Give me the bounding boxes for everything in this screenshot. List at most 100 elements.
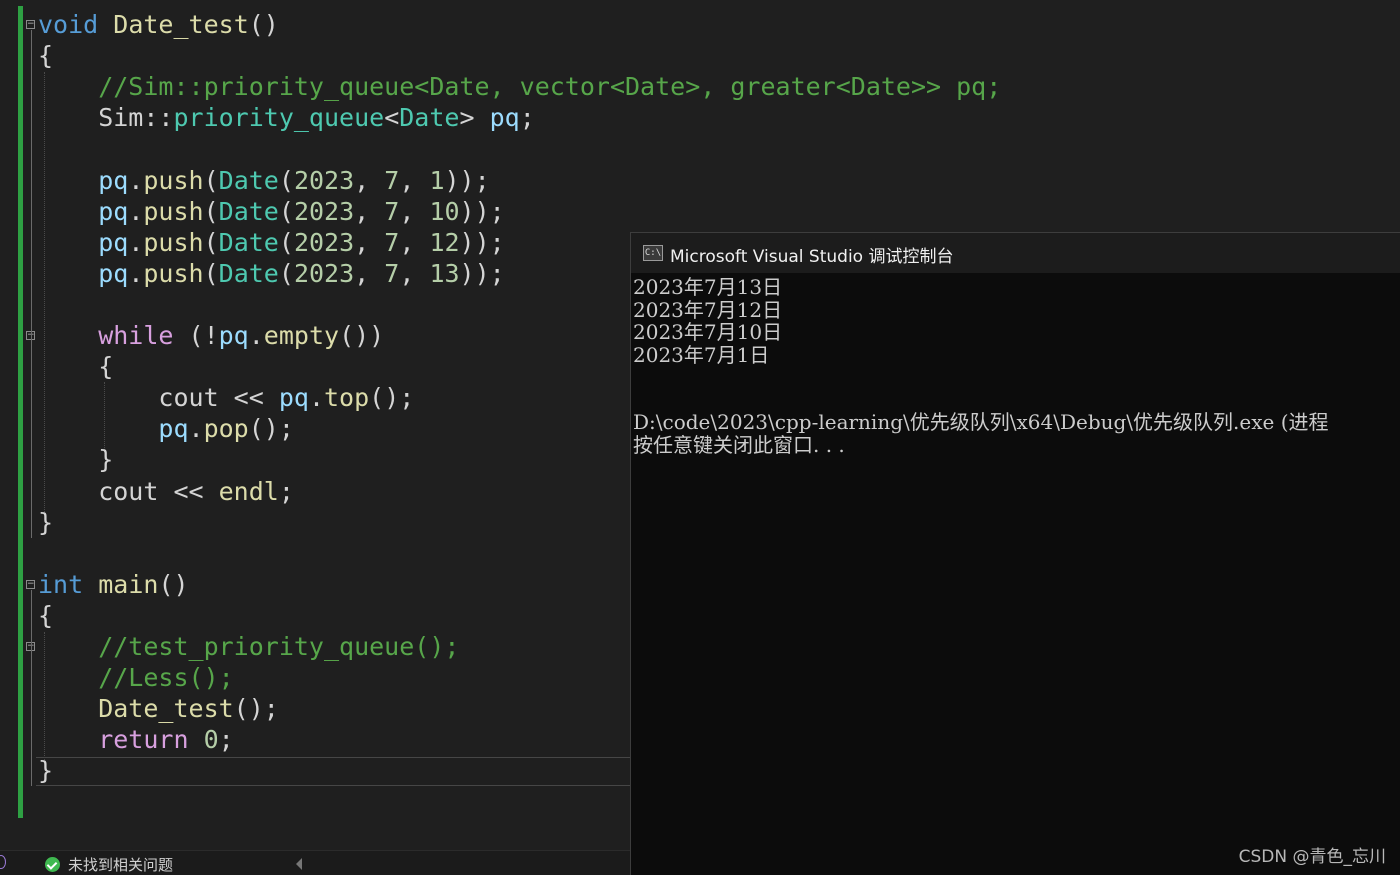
code-line[interactable]: //test_priority_queue(); — [38, 631, 459, 662]
code-token: 0 — [203, 725, 219, 755]
code-line[interactable]: { — [38, 351, 113, 382]
code-token: ( — [203, 258, 219, 288]
code-token: Date — [399, 103, 460, 133]
code-token: :: — [143, 103, 174, 133]
code-token: Date — [218, 165, 279, 195]
code-line[interactable]: //Sim::priority_queue<Date, vector<Date>… — [38, 71, 1001, 102]
code-token: )); — [459, 196, 505, 226]
code-line[interactable]: int main() — [38, 569, 189, 600]
check-circle-icon[interactable] — [45, 857, 60, 872]
code-token: < — [384, 103, 400, 133]
code-token: , — [354, 196, 385, 226]
code-token: () — [248, 10, 279, 39]
code-token: ( — [278, 196, 294, 226]
code-token: > — [459, 103, 490, 133]
code-line[interactable]: return 0; — [38, 724, 234, 755]
fold-toggle-icon[interactable]: − — [26, 20, 35, 29]
code-token: void — [38, 10, 99, 39]
code-token: )); — [459, 258, 505, 288]
code-line[interactable]: pq.push(Date(2023, 7, 13)); — [38, 258, 505, 289]
code-line[interactable]: { — [38, 600, 53, 631]
code-token: . — [308, 383, 324, 413]
console-output-line: 2023年7月13日 — [633, 275, 783, 299]
change-margin-bar — [18, 6, 23, 818]
console-title-bar[interactable]: C:\ Microsoft Visual Studio 调试控制台 — [631, 233, 1400, 273]
code-token: Date_test — [38, 694, 234, 724]
code-line[interactable]: cout << endl; — [38, 476, 294, 507]
code-token: } — [38, 445, 114, 475]
code-token: . — [128, 227, 144, 257]
code-line[interactable]: cout << pq.top(); — [38, 382, 414, 413]
code-token: . — [248, 321, 264, 350]
code-token: Date — [218, 227, 279, 257]
code-token: , — [399, 196, 430, 226]
code-token: , — [399, 227, 430, 257]
code-line[interactable]: pq.pop(); — [38, 413, 293, 444]
code-token: 13 — [429, 258, 460, 288]
code-token: } — [38, 756, 54, 786]
code-token: ( — [278, 227, 294, 257]
code-token: () — [158, 569, 189, 599]
code-token: cout << — [38, 476, 219, 506]
code-token: ( — [203, 227, 219, 257]
code-token: 7 — [384, 165, 400, 195]
code-token: 2023 — [293, 196, 355, 226]
copilot-icon[interactable] — [0, 855, 6, 869]
status-bar: 未找到相关问题 — [0, 850, 630, 875]
code-token: 2023 — [293, 165, 355, 195]
code-token: , — [399, 165, 430, 195]
scroll-left-arrow-icon[interactable] — [296, 858, 302, 870]
code-token: endl — [218, 476, 279, 506]
code-line[interactable]: void Date_test() — [38, 9, 279, 40]
code-token: pq — [38, 165, 129, 195]
code-line[interactable]: pq.push(Date(2023, 7, 1)); — [38, 165, 489, 196]
code-token: (! — [173, 321, 219, 350]
code-token: Date — [218, 258, 279, 288]
code-line[interactable]: { — [38, 40, 53, 71]
code-line[interactable]: //Less(); — [38, 662, 234, 693]
code-line[interactable]: Date_test(); — [38, 693, 279, 724]
code-token: //Less(); — [38, 663, 234, 693]
code-token: << — [233, 383, 279, 413]
code-token: empty — [263, 321, 340, 350]
code-token: ()) — [339, 321, 385, 350]
code-line[interactable]: } — [38, 444, 113, 475]
code-token: (); — [233, 694, 279, 724]
code-token: push — [143, 165, 204, 195]
code-token: ( — [278, 165, 294, 195]
code-token: )); — [459, 227, 505, 257]
code-token: . — [128, 258, 144, 288]
code-line[interactable]: } — [38, 507, 53, 538]
fold-line — [31, 30, 32, 538]
code-token: 2023 — [293, 258, 355, 288]
code-line[interactable]: pq.push(Date(2023, 7, 12)); — [38, 227, 505, 258]
code-token: ( — [203, 165, 219, 195]
console-output-line: 按任意键关闭此窗口. . . — [633, 432, 845, 457]
code-token: , — [354, 227, 385, 257]
code-line[interactable]: pq.push(Date(2023, 7, 10)); — [38, 196, 505, 227]
fold-toggle-icon[interactable]: − — [26, 580, 35, 589]
code-token: 12 — [429, 227, 460, 257]
issues-status[interactable]: 未找到相关问题 — [68, 854, 173, 875]
debug-console-window[interactable]: C:\ Microsoft Visual Studio 调试控制台 2023年7… — [630, 232, 1400, 875]
console-output-line: D:\code\2023\cpp-learning\优先级队列\x64\Debu… — [633, 410, 1329, 434]
code-line[interactable]: while (!pq.empty()) — [38, 320, 384, 351]
code-line[interactable]: Sim::priority_queue<Date> pq; — [38, 102, 535, 133]
code-token: top — [324, 383, 370, 413]
code-token: , — [399, 258, 430, 288]
code-token: Sim — [38, 103, 144, 133]
code-token: pq — [218, 321, 249, 350]
code-line[interactable]: } — [38, 755, 53, 786]
code-token: while — [38, 321, 174, 350]
code-token: push — [143, 196, 204, 226]
code-token: pq — [38, 196, 129, 226]
code-token: pq — [38, 414, 189, 444]
code-token: 2023 — [293, 227, 355, 257]
console-output-line: 2023年7月1日 — [633, 342, 770, 367]
code-token: 10 — [429, 196, 460, 226]
code-token: { — [38, 41, 54, 71]
code-token: push — [143, 258, 204, 288]
code-token: ( — [278, 258, 294, 288]
